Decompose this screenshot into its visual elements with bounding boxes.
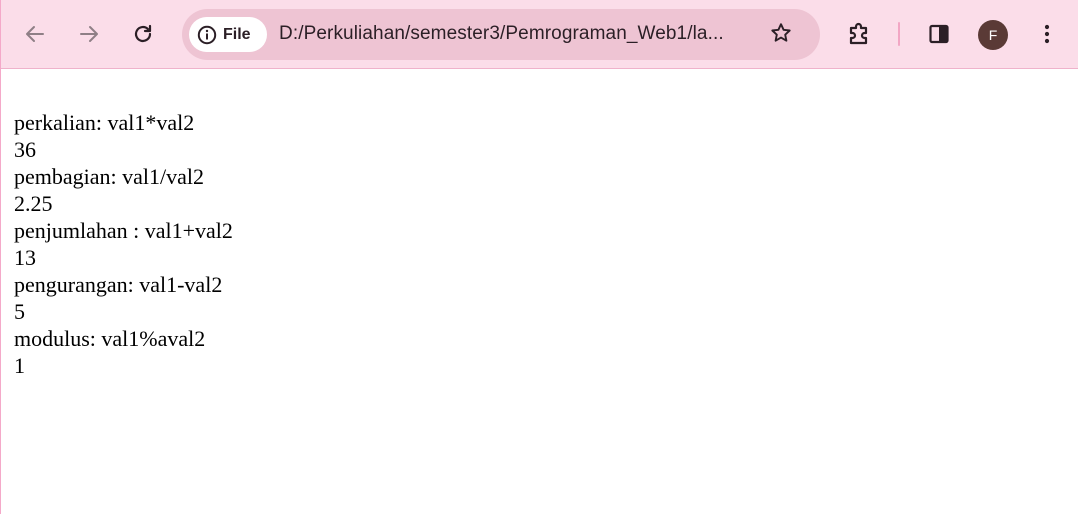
reload-button[interactable]	[125, 16, 161, 52]
output-line: pengurangan: val1-val2	[14, 272, 223, 297]
output-line: 36	[14, 137, 36, 162]
kebab-menu-icon	[1035, 22, 1059, 46]
browser-window: File D:/Perkuliahan/semester3/Pemrograma…	[0, 0, 1078, 514]
toolbar-divider	[898, 22, 900, 46]
output-line: 1	[14, 353, 25, 378]
arrow-right-icon	[77, 22, 101, 46]
info-icon	[197, 25, 217, 45]
output-line: 13	[14, 245, 36, 270]
output-line: modulus: val1%aval2	[14, 326, 206, 351]
reload-icon	[131, 22, 155, 46]
browser-toolbar: File D:/Perkuliahan/semester3/Pemrograma…	[1, 0, 1078, 69]
bookmark-button[interactable]	[767, 21, 795, 49]
back-button[interactable]	[17, 16, 53, 52]
output-line: 5	[14, 299, 25, 324]
url-text[interactable]: D:/Perkuliahan/semester3/Pemrograman_Web…	[279, 23, 763, 45]
forward-button[interactable]	[71, 16, 107, 52]
profile-avatar[interactable]: F	[978, 20, 1008, 50]
output-line: 2.25	[14, 191, 53, 216]
puzzle-icon	[846, 21, 872, 47]
side-panel-button[interactable]	[921, 16, 957, 52]
site-info-label: File	[223, 25, 251, 43]
star-icon	[769, 21, 793, 50]
output-line: perkalian: val1*val2	[14, 110, 195, 135]
browser-menu-button[interactable]	[1029, 16, 1065, 52]
arrow-left-icon	[23, 22, 47, 46]
output-line: pembagian: val1/val2	[14, 164, 204, 189]
output-line: penjumlahan : val1+val2	[14, 218, 233, 243]
extensions-button[interactable]	[841, 16, 877, 52]
page-content: perkalian: val1*val2 36 pembagian: val1/…	[14, 109, 233, 379]
address-bar[interactable]: File D:/Perkuliahan/semester3/Pemrograma…	[182, 9, 820, 60]
site-info-chip[interactable]: File	[189, 17, 267, 52]
side-panel-icon	[927, 22, 951, 46]
